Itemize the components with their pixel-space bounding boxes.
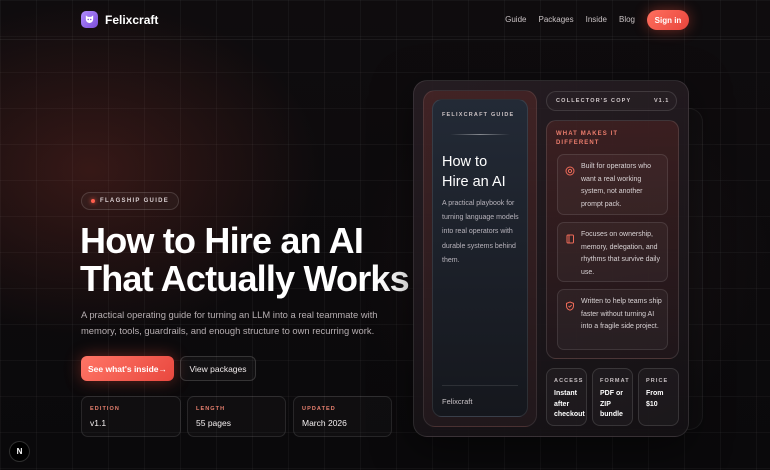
feature-text: Written to help teams ship faster withou…	[581, 298, 662, 330]
book-divider	[450, 134, 510, 135]
see-inside-button[interactable]: See what's inside→	[81, 356, 174, 381]
book-title-line-2: Hire an AI	[442, 174, 506, 190]
detail-value: From $10	[646, 390, 664, 408]
stat-label: LENGTH	[196, 406, 226, 412]
book-footer-divider	[442, 385, 518, 386]
nav-link-inside[interactable]: Inside	[586, 15, 607, 24]
book-description: A practical playbook for turning languag…	[442, 200, 519, 264]
book-brand: Felixcraft	[442, 397, 473, 406]
detail-label: ACCESS	[554, 378, 584, 384]
stat-label: UPDATED	[302, 406, 336, 412]
detail-value: Instant after checkout	[554, 390, 585, 418]
view-packages-button[interactable]: View packages	[180, 356, 256, 381]
book-title: How to Hire an AI	[442, 152, 526, 192]
stat-card-length: LENGTH 55 pages	[187, 396, 286, 437]
hero-title: How to Hire an AI That Actually Works	[80, 222, 410, 298]
notebook-icon	[565, 231, 575, 244]
nav-link-packages[interactable]: Packages	[538, 15, 573, 24]
feature-item-ownership: Focuses on ownership, memory, delegation…	[557, 222, 668, 282]
shield-icon	[565, 298, 575, 311]
stat-value: v1.1	[90, 418, 107, 428]
badge-label: FLAGSHIP GUIDE	[100, 198, 170, 204]
hero-subtitle: A practical operating guide for turning …	[81, 309, 378, 336]
stat-value: March 2026	[302, 418, 347, 428]
dev-tools-badge[interactable]: N	[9, 441, 30, 462]
sign-in-button[interactable]: Sign in	[647, 10, 689, 30]
feature-item-operators: Built for operators who want a real work…	[557, 154, 668, 215]
hero-title-line-2: That Actually Works	[80, 258, 410, 299]
status-dot-icon	[91, 199, 95, 203]
collectors-copy-label: COLLECTOR'S COPY	[556, 98, 632, 104]
brand-logo[interactable]: Felixcraft	[81, 11, 158, 28]
collectors-copy-version: V1.1	[654, 98, 670, 104]
book-title-line-1: How to	[442, 154, 488, 170]
detail-card-access: ACCESS Instant after checkout	[546, 368, 587, 426]
top-nav: Felixcraft Guide Packages Inside Blog Si…	[0, 0, 770, 40]
brand-name: Felixcraft	[105, 12, 159, 27]
detail-value: PDF or ZIP bundle	[600, 390, 623, 418]
detail-card-format: FORMAT PDF or ZIP bundle	[592, 368, 633, 426]
cat-logo-icon	[81, 11, 98, 28]
nav-link-guide[interactable]: Guide	[505, 15, 526, 24]
feature-text: Built for operators who want a real work…	[581, 163, 652, 208]
stat-value: 55 pages	[196, 418, 231, 428]
target-icon	[565, 163, 575, 176]
flagship-badge: FLAGSHIP GUIDE	[81, 192, 180, 210]
detail-card-price: PRICE From $10	[638, 368, 679, 426]
features-title: WHAT MAKES IT DIFFERENT	[556, 131, 619, 146]
detail-label: FORMAT	[600, 378, 630, 384]
stat-card-edition: EDITION v1.1	[81, 396, 181, 437]
nav-links: Guide Packages Inside Blog	[505, 15, 635, 24]
hero-title-line-1: How to Hire an AI	[80, 220, 364, 261]
book-kicker: FELIXCRAFT GUIDE	[442, 112, 515, 118]
feature-item-teams: Written to help teams ship faster withou…	[557, 289, 668, 350]
stat-label: EDITION	[90, 406, 121, 412]
nav-link-blog[interactable]: Blog	[619, 15, 635, 24]
feature-text: Focuses on ownership, memory, delegation…	[581, 231, 660, 276]
stat-card-updated: UPDATED March 2026	[293, 396, 392, 437]
detail-label: PRICE	[646, 378, 669, 384]
